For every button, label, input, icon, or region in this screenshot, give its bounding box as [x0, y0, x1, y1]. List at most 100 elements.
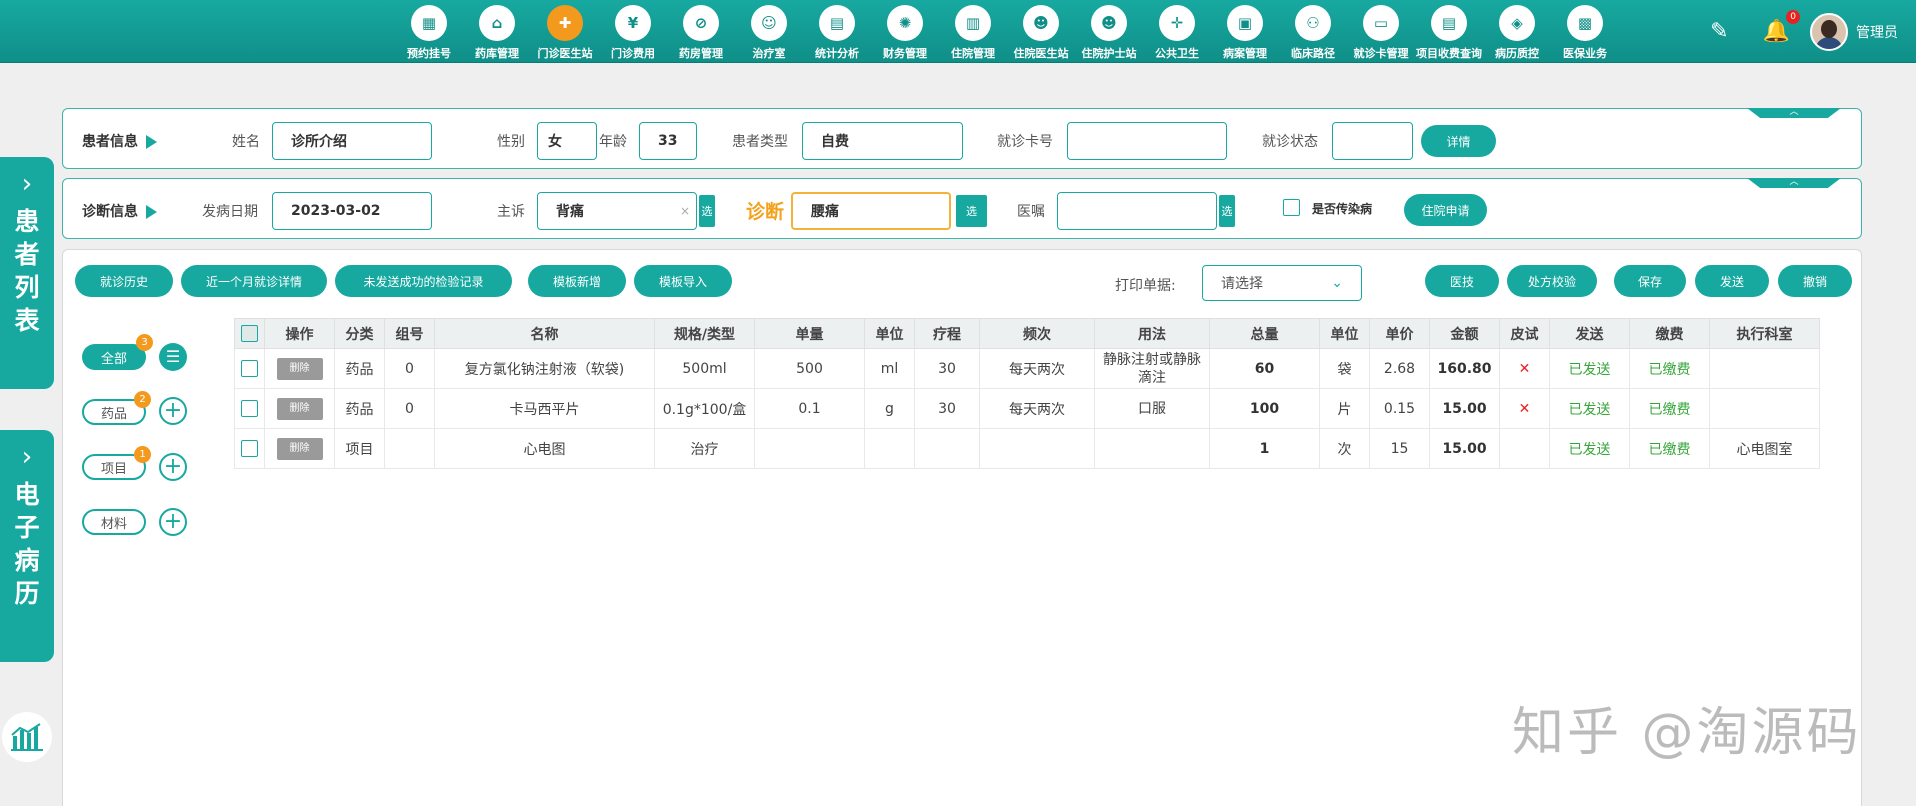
col-header: 组号 [384, 318, 435, 349]
spec-cell: 0.1g*100/盒 [654, 388, 755, 429]
notification-bell-icon[interactable]: 🔔 0 [1763, 10, 1800, 44]
template-import-button[interactable]: 模板导入 [634, 265, 732, 297]
visit-history-button[interactable]: 就诊历史 [75, 265, 173, 297]
edit-pencil-icon[interactable]: ✎ [1710, 19, 1728, 44]
nav-item-4[interactable]: ⊘ 药房管理 [667, 0, 735, 63]
orders-table: 操作 分类 组号 名称 规格/类型 单量 单位 疗程 频次 用法 总量 单位 单… [234, 318, 1820, 469]
onset-date-field[interactable]: 2023-03-02 [272, 192, 432, 230]
table-row[interactable]: 删除 项目 心电图 治疗 1 次 15 15.00 已发送 已缴费 心电图室 [234, 428, 1820, 469]
category-drugs-count-badge: 2 [134, 391, 151, 408]
nav-item-5[interactable]: ☺ 治疗室 [735, 0, 803, 63]
select-all-checkbox[interactable] [241, 325, 258, 342]
unsent-lab-records-button[interactable]: 未发送成功的检验记录 [335, 265, 512, 297]
total-cell: 60 [1209, 348, 1320, 389]
usage-cell: 静脉注射或静脉滴注 [1094, 348, 1210, 389]
nav-module-icon: ⌂ [479, 5, 515, 41]
user-name[interactable]: 管理员 [1856, 22, 1898, 42]
nav-item-label: 项目收费查询 [1416, 47, 1482, 60]
select-all-header [234, 318, 265, 349]
top-navbar: ▦ 预约挂号 ⌂ 药库管理 ✚ 门诊医生站 ¥ 门诊费用 ⊘ 药房管理 ☺ 治疗室 ▤ 统计分析 ✺ 财务管理… [0, 0, 1916, 63]
add-material-plus-icon[interactable]: + [159, 508, 187, 536]
revoke-button[interactable]: 撤销 [1778, 265, 1852, 297]
diagnosis-panel: ︿ 诊断信息 发病日期 2023-03-02 主诉 背痛 × 选 诊断 腰痛 选 … [62, 178, 1862, 239]
col-header: 规格/类型 [654, 318, 755, 349]
name-cell: 复方氯化钠注射液（软袋) [434, 348, 655, 389]
collapse-toggle[interactable]: ︿ [1747, 178, 1841, 188]
dose-cell: 500 [754, 348, 865, 389]
nav-item-14[interactable]: ▭ 就诊卡管理 [1347, 0, 1415, 63]
row-select-cell [234, 428, 265, 469]
row-checkbox[interactable] [241, 360, 258, 377]
add-drug-plus-icon[interactable]: + [159, 397, 187, 425]
row-checkbox[interactable] [241, 400, 258, 417]
nav-item-2[interactable]: ✚ 门诊医生站 [531, 0, 599, 63]
advice-field[interactable] [1057, 192, 1217, 230]
emr-tab[interactable]: › 电子病历 [0, 430, 54, 662]
collapse-toggle[interactable]: ︿ [1747, 108, 1841, 118]
nav-item-3[interactable]: ¥ 门诊费用 [599, 0, 667, 63]
nav-item-16[interactable]: ◈ 病历质控 [1483, 0, 1551, 63]
nav-item-1[interactable]: ⌂ 药库管理 [463, 0, 531, 63]
patient-type-label: 患者类型 [732, 134, 788, 150]
nav-item-17[interactable]: ▩ 医保业务 [1551, 0, 1619, 63]
admission-request-button[interactable]: 住院申请 [1404, 194, 1487, 226]
user-avatar[interactable] [1810, 12, 1848, 51]
diagnosis-label: 诊断 [746, 201, 785, 223]
visit-status-field[interactable] [1332, 122, 1413, 160]
nav-item-8[interactable]: ▥ 住院管理 [939, 0, 1007, 63]
save-button[interactable]: 保存 [1614, 265, 1686, 297]
nav-item-13[interactable]: ⚇ 临床路径 [1279, 0, 1347, 63]
category-all[interactable]: 全部 3 [82, 334, 153, 370]
clear-icon[interactable]: × [680, 204, 690, 218]
col-header: 单价 [1369, 318, 1430, 349]
complaint-select-button[interactable]: 选 [699, 195, 715, 227]
table-row[interactable]: 删除 药品 0 卡马西平片 0.1g*100/盒 0.1 g 30 每天两次 口服 100 片 0.15… [234, 388, 1820, 429]
details-button[interactable]: 详情 [1421, 125, 1496, 157]
row-select-cell [234, 348, 265, 389]
delete-button[interactable]: 删除 [276, 437, 323, 460]
chief-complaint-field[interactable]: 背痛 × [537, 192, 697, 230]
nav-item-label: 临床路径 [1291, 47, 1335, 60]
name-cell: 卡马西平片 [434, 388, 655, 429]
nav-item-15[interactable]: ▤ 项目收费查询 [1415, 0, 1483, 63]
print-select[interactable]: 请选择 ⌄ [1202, 265, 1362, 301]
nav-item-11[interactable]: ✛ 公共卫生 [1143, 0, 1211, 63]
nav-item-12[interactable]: ▣ 病案管理 [1211, 0, 1279, 63]
total-unit-cell: 袋 [1319, 348, 1370, 389]
patient-list-tab[interactable]: › 患者列表 [0, 157, 54, 389]
diagnosis-field[interactable]: 腰痛 [791, 192, 951, 230]
name-field[interactable]: 诊所介绍 [272, 122, 432, 160]
category-materials[interactable]: 材料 [82, 509, 146, 535]
age-field[interactable]: 33 [639, 122, 697, 160]
nav-item-9[interactable]: ☻ 住院医生站 [1007, 0, 1075, 63]
patient-type-field[interactable]: 自费 [802, 122, 963, 160]
diagnosis-select-button[interactable]: 选 [956, 195, 987, 227]
month-visit-details-button[interactable]: 近一个月就诊详情 [181, 265, 327, 297]
menu-list-icon[interactable]: ☰ [159, 343, 187, 371]
infectious-checkbox[interactable] [1283, 199, 1300, 216]
nav-item-7[interactable]: ✺ 财务管理 [871, 0, 939, 63]
row-action-cell: 删除 [264, 388, 335, 429]
category-drugs[interactable]: 药品 2 [82, 391, 151, 425]
medical-tech-button[interactable]: 医技 [1425, 265, 1499, 297]
delete-button[interactable]: 删除 [276, 397, 323, 420]
statistics-chart-button[interactable] [2, 712, 52, 762]
send-button[interactable]: 发送 [1695, 265, 1769, 297]
nav-item-0[interactable]: ▦ 预约挂号 [395, 0, 463, 63]
paid-status-cell: 已缴费 [1629, 348, 1710, 389]
table-row[interactable]: 删除 药品 0 复方氯化钠注射液（软袋) 500ml 500 ml 30 每天两次 静脉注射或静脉… [234, 348, 1820, 389]
add-item-plus-icon[interactable]: + [159, 453, 187, 481]
nav-item-10[interactable]: ☻ 住院护士站 [1075, 0, 1143, 63]
category-items[interactable]: 项目 1 [82, 446, 151, 480]
prescription-check-button[interactable]: 处方校验 [1507, 265, 1597, 297]
delete-button[interactable]: 删除 [276, 357, 323, 380]
row-action-cell: 删除 [264, 348, 335, 389]
gender-field[interactable]: 女 [537, 122, 597, 160]
advice-select-button[interactable]: 选 [1219, 195, 1235, 227]
template-new-button[interactable]: 模板新增 [528, 265, 626, 297]
card-number-field[interactable] [1067, 122, 1227, 160]
row-checkbox[interactable] [241, 440, 258, 457]
nav-item-6[interactable]: ▤ 统计分析 [803, 0, 871, 63]
name-label: 姓名 [232, 134, 260, 150]
nav-module-icon: ✛ [1159, 5, 1195, 41]
